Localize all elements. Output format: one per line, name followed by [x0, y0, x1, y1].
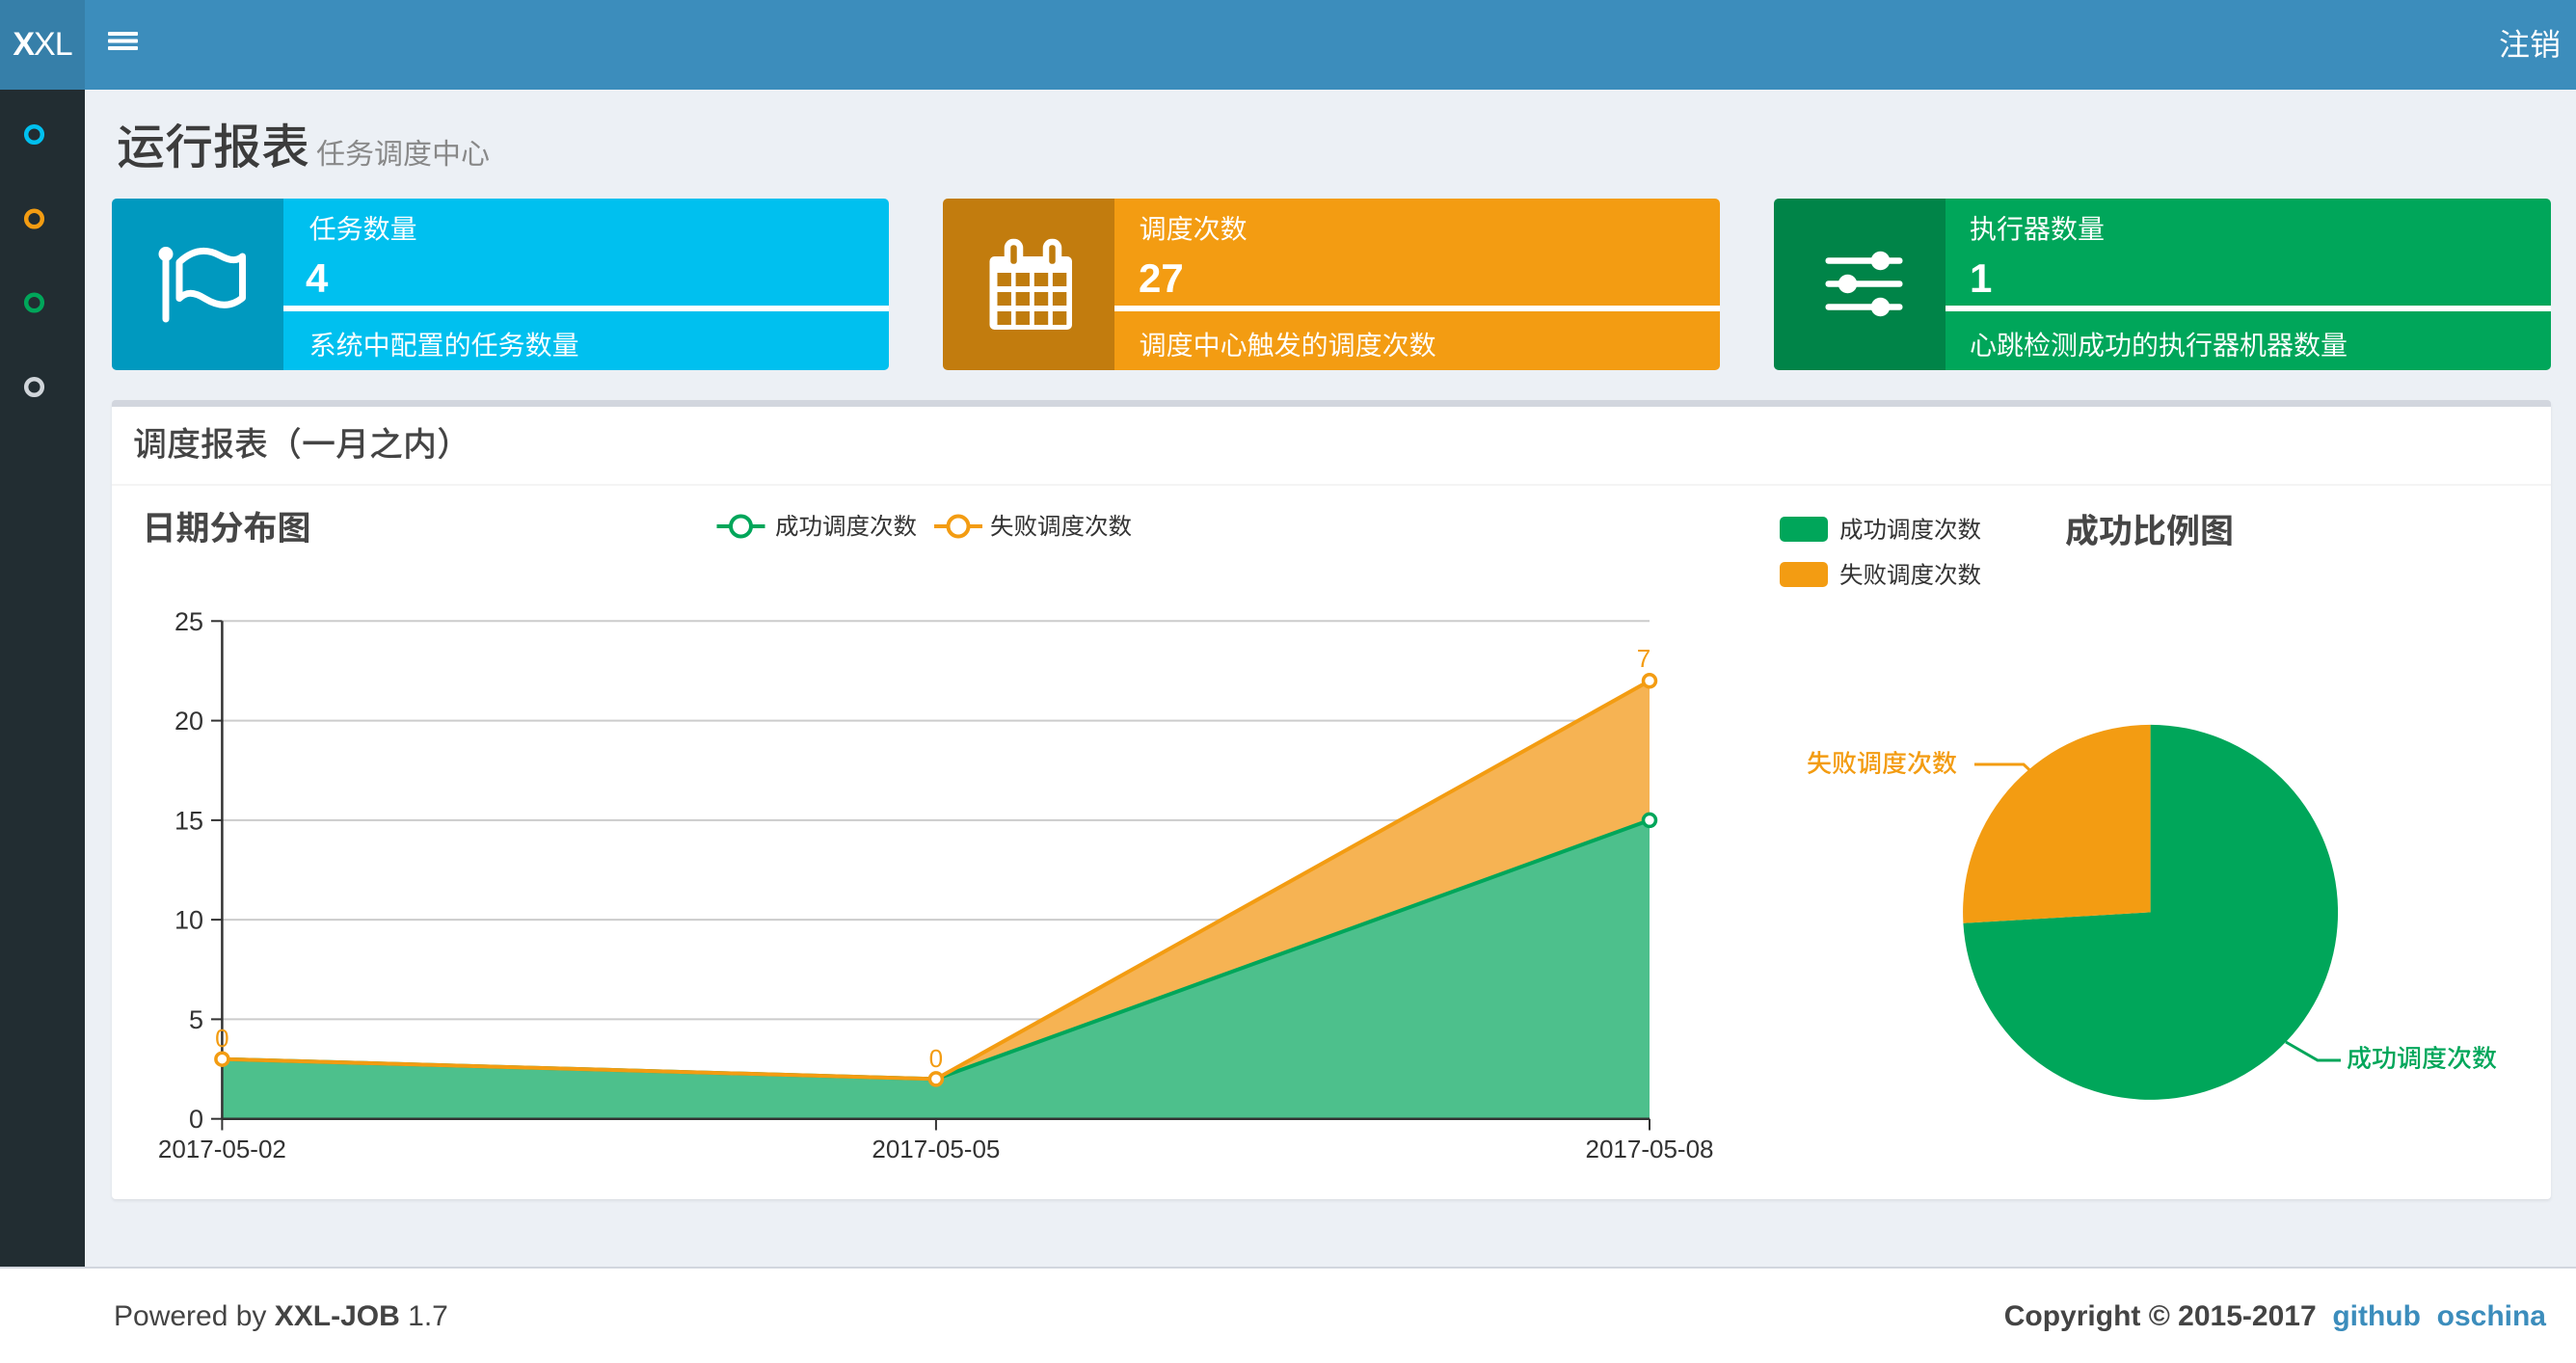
- svg-text:2017-05-02: 2017-05-02: [158, 1135, 286, 1163]
- svg-text:15: 15: [174, 806, 203, 835]
- svg-text:2017-05-05: 2017-05-05: [872, 1135, 1000, 1163]
- svg-text:0: 0: [929, 1044, 943, 1073]
- svg-text:2017-05-08: 2017-05-08: [1586, 1135, 1714, 1163]
- svg-text:10: 10: [174, 906, 203, 935]
- svg-text:20: 20: [174, 707, 203, 735]
- svg-text:0: 0: [189, 1105, 203, 1134]
- svg-text:7: 7: [1637, 644, 1650, 673]
- svg-text:25: 25: [174, 607, 203, 636]
- svg-text:5: 5: [189, 1005, 203, 1034]
- svg-text:0: 0: [215, 1024, 228, 1053]
